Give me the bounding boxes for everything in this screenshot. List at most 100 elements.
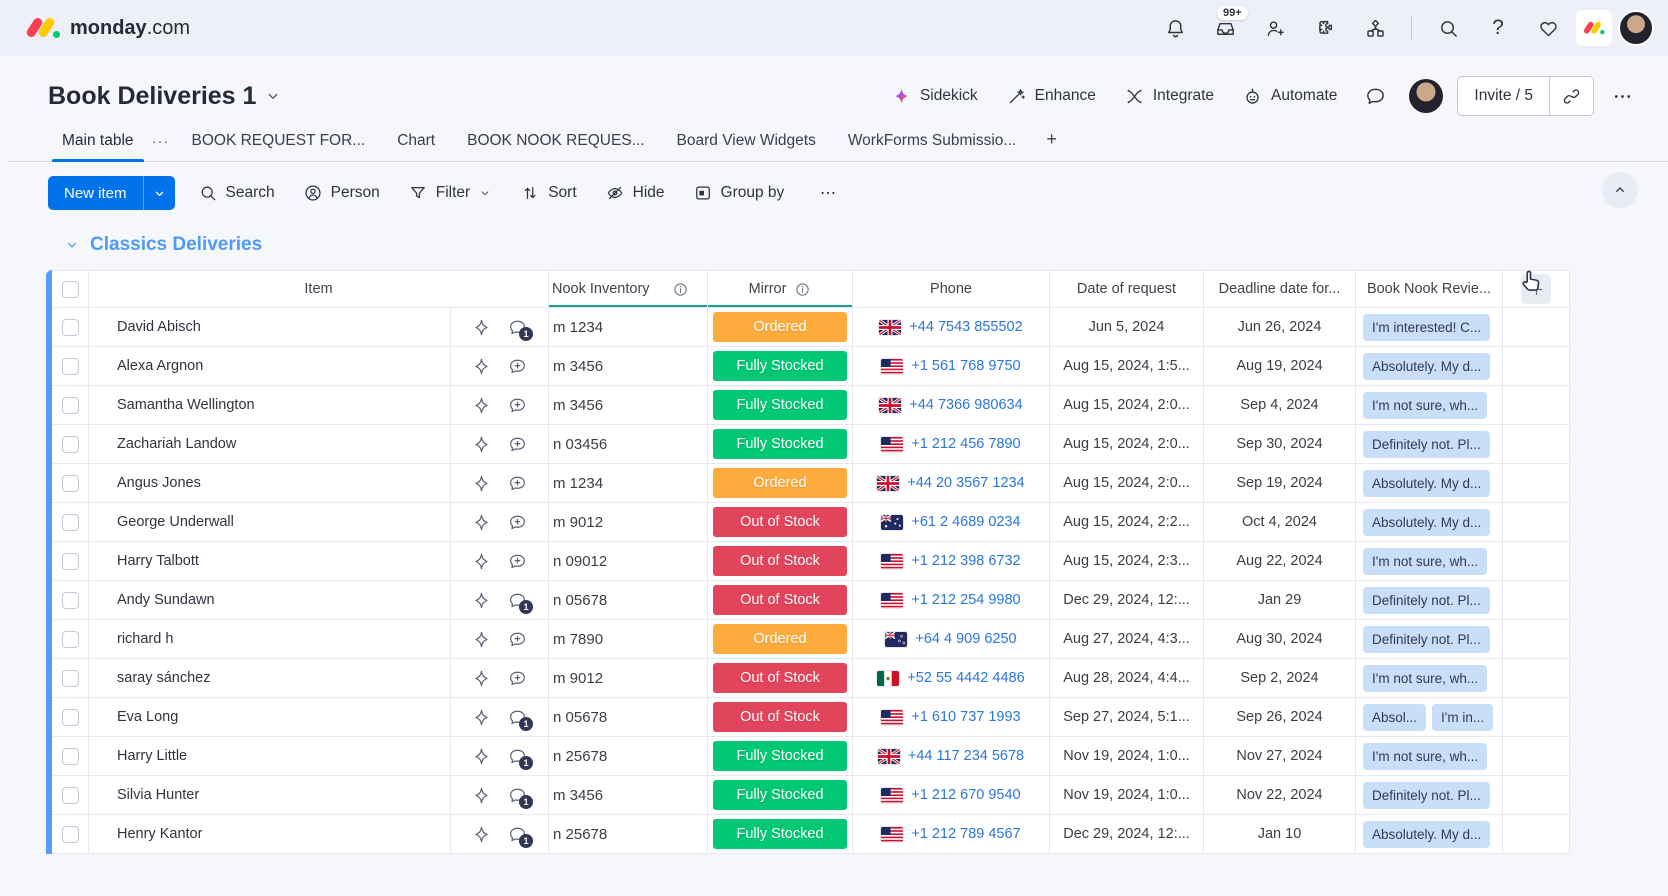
column-header-item[interactable]: Item — [89, 271, 549, 307]
inventory-cell[interactable]: m 7890 — [549, 620, 708, 658]
topbar-invite-members-button[interactable] — [1253, 8, 1297, 48]
phone-number[interactable]: +1 212 254 9980 — [911, 592, 1020, 608]
topbar-inbox-button[interactable]: 99+ — [1203, 6, 1248, 48]
review-cell[interactable]: Definitely not. Pl... — [1356, 620, 1503, 658]
phone-cell[interactable]: +64 4 909 6250 — [853, 620, 1050, 658]
inventory-cell[interactable]: m 1234 — [549, 308, 708, 346]
phone-number[interactable]: +61 2 4689 0234 — [911, 514, 1020, 530]
mirror-status-cell[interactable]: Fully Stocked — [708, 737, 853, 775]
group-collapse-chevron-icon[interactable] — [64, 237, 80, 253]
enhance-button[interactable]: Enhance — [996, 79, 1106, 114]
item-name-cell[interactable]: Angus Jones — [89, 464, 451, 502]
review-chip[interactable]: Definitely not. Pl... — [1363, 625, 1490, 653]
review-cell[interactable]: I'm not sure, wh... — [1356, 659, 1503, 697]
sidekick-sparkle-row-icon[interactable] — [471, 395, 492, 416]
deadline-cell[interactable]: Sep 26, 2024 — [1204, 698, 1356, 736]
review-cell[interactable]: Absol... I'm in... — [1356, 698, 1503, 736]
deadline-cell[interactable]: Sep 2, 2024 — [1204, 659, 1356, 697]
mirror-status-cell[interactable]: Fully Stocked — [708, 776, 853, 814]
row-checkbox[interactable] — [61, 435, 79, 453]
row-checkbox[interactable] — [61, 513, 79, 531]
monday-product-tile[interactable] — [1576, 10, 1612, 46]
sidekick-sparkle-row-icon[interactable] — [471, 434, 492, 455]
toolbar-hide-button[interactable]: Hide — [594, 176, 676, 210]
tab-chart[interactable]: Chart — [383, 124, 449, 161]
date-request-cell[interactable]: Aug 27, 2024, 4:3... — [1050, 620, 1204, 658]
row-checkbox[interactable] — [61, 591, 79, 609]
sidekick-sparkle-row-icon[interactable] — [471, 317, 492, 338]
row-checkbox[interactable] — [61, 747, 79, 765]
mirror-status-cell[interactable]: Fully Stocked — [708, 425, 853, 463]
date-request-cell[interactable]: Nov 19, 2024, 1:0... — [1050, 737, 1204, 775]
inventory-cell[interactable]: n 05678 — [549, 698, 708, 736]
item-name-cell[interactable]: Eva Long — [89, 698, 451, 736]
add-conversation-icon[interactable] — [507, 356, 528, 377]
add-view-button[interactable]: + — [1034, 121, 1069, 161]
board-owner-avatar[interactable] — [1409, 79, 1444, 113]
status-pill[interactable]: Fully Stocked — [713, 780, 847, 810]
row-checkbox[interactable] — [61, 825, 79, 843]
tab-workforms-submissio-[interactable]: WorkForms Submissio... — [834, 124, 1031, 161]
phone-number[interactable]: +1 561 768 9750 — [911, 358, 1020, 374]
info-icon[interactable] — [672, 281, 689, 298]
phone-number[interactable]: +52 55 4442 4486 — [907, 670, 1024, 686]
status-pill[interactable]: Out of Stock — [713, 585, 847, 615]
row-checkbox[interactable] — [61, 357, 79, 375]
inventory-cell[interactable]: m 3456 — [549, 347, 708, 385]
inventory-cell[interactable]: m 9012 — [549, 659, 708, 697]
inventory-cell[interactable]: n 03456 — [549, 425, 708, 463]
conversation-icon[interactable]: 1 — [507, 785, 533, 809]
monday-logo[interactable]: monday.com — [25, 15, 190, 41]
inventory-cell[interactable]: n 05678 — [549, 581, 708, 619]
status-pill[interactable]: Fully Stocked — [713, 390, 847, 420]
copy-link-button[interactable] — [1549, 77, 1593, 115]
new-item-dropdown-button[interactable] — [142, 176, 175, 210]
inventory-cell[interactable]: m 1234 — [549, 464, 708, 502]
toolbar-filter-button[interactable]: Filter — [397, 176, 503, 210]
user-avatar[interactable] — [1618, 10, 1654, 46]
date-request-cell[interactable]: Dec 29, 2024, 12:... — [1050, 815, 1204, 853]
column-header-review[interactable]: Book Nook Revie... — [1356, 271, 1503, 307]
info-icon[interactable] — [794, 281, 811, 298]
review-cell[interactable]: Absolutely. My d... — [1356, 464, 1503, 502]
sidekick-sparkle-row-icon[interactable] — [471, 356, 492, 377]
mirror-status-cell[interactable]: Out of Stock — [708, 503, 853, 541]
status-pill[interactable]: Out of Stock — [713, 546, 847, 576]
item-name-cell[interactable]: David Abisch — [89, 308, 451, 346]
deadline-cell[interactable]: Jan 29 — [1204, 581, 1356, 619]
group-header[interactable]: Classics Deliveries — [64, 234, 1668, 256]
phone-cell[interactable]: +61 2 4689 0234 — [853, 503, 1050, 541]
row-checkbox[interactable] — [61, 318, 79, 336]
invite-button[interactable]: Invite / 5 — [1458, 77, 1549, 115]
date-request-cell[interactable]: Aug 15, 2024, 1:5... — [1050, 347, 1204, 385]
phone-number[interactable]: +1 212 670 9540 — [911, 787, 1020, 803]
mirror-status-cell[interactable]: Out of Stock — [708, 581, 853, 619]
phone-cell[interactable]: +44 20 3567 1234 — [853, 464, 1050, 502]
phone-number[interactable]: +44 20 3567 1234 — [907, 475, 1024, 491]
phone-cell[interactable]: +1 212 670 9540 — [853, 776, 1050, 814]
date-request-cell[interactable]: Aug 15, 2024, 2:0... — [1050, 464, 1204, 502]
toolbar-person-button[interactable]: Person — [292, 176, 391, 210]
topbar-products-switcher-button[interactable] — [1353, 8, 1397, 48]
deadline-cell[interactable]: Jun 26, 2024 — [1204, 308, 1356, 346]
status-pill[interactable]: Fully Stocked — [713, 351, 847, 381]
review-chip[interactable]: Definitely not. Pl... — [1363, 781, 1490, 809]
topbar-whats-new-heart-button[interactable] — [1526, 8, 1570, 48]
review-chip[interactable]: I'm interested! C... — [1363, 313, 1491, 341]
board-menu-button[interactable] — [1602, 76, 1642, 116]
conversation-icon[interactable]: 1 — [507, 824, 533, 848]
sidekick-sparkle-row-icon[interactable] — [471, 473, 492, 494]
mirror-status-cell[interactable]: Fully Stocked — [708, 386, 853, 424]
sidekick-button[interactable]: Sidekick — [881, 79, 988, 114]
sidekick-sparkle-row-icon[interactable] — [471, 629, 492, 650]
review-chip[interactable]: Absolutely. My d... — [1363, 352, 1491, 380]
column-header-phone[interactable]: Phone — [853, 271, 1050, 307]
integrate-button[interactable]: Integrate — [1114, 79, 1224, 114]
item-name-cell[interactable]: Zachariah Landow — [89, 425, 451, 463]
phone-number[interactable]: +44 7366 980634 — [909, 397, 1022, 413]
add-conversation-icon[interactable] — [507, 668, 528, 689]
review-cell[interactable]: Definitely not. Pl... — [1356, 581, 1503, 619]
status-pill[interactable]: Out of Stock — [713, 663, 847, 693]
date-request-cell[interactable]: Dec 29, 2024, 12:... — [1050, 581, 1204, 619]
review-chip[interactable]: I'm in... — [1432, 703, 1494, 731]
